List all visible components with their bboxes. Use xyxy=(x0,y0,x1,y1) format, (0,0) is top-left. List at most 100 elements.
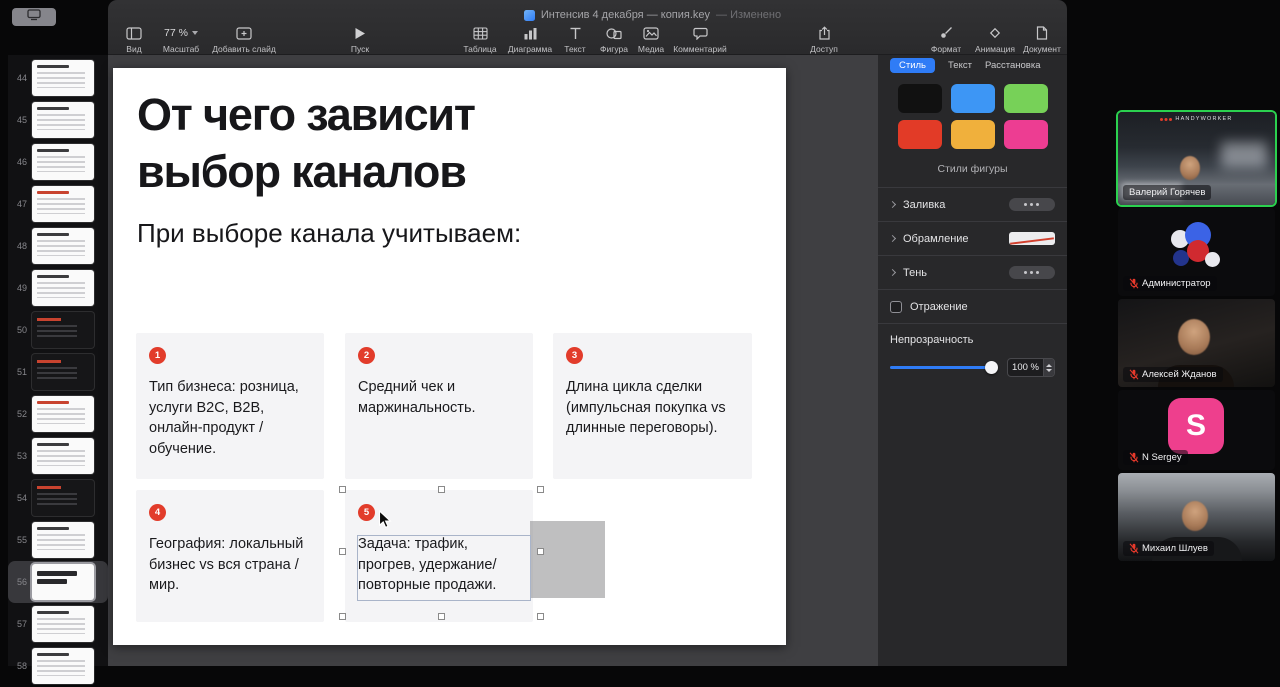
slide-thumbnail-row[interactable]: 46 xyxy=(8,141,108,183)
opacity-stepper[interactable] xyxy=(1043,359,1054,376)
slide-thumbnail[interactable] xyxy=(32,354,94,390)
slide-thumbnail-row[interactable]: 52 xyxy=(8,393,108,435)
border-row[interactable]: Обрамление xyxy=(878,221,1067,255)
slide-thumbnail-row[interactable]: 51 xyxy=(8,351,108,393)
view-button[interactable]: Вид xyxy=(112,26,156,54)
swatch-pink[interactable] xyxy=(1004,120,1048,149)
slide-thumbnail-row[interactable]: 49 xyxy=(8,267,108,309)
slide-thumbnail[interactable] xyxy=(32,522,94,558)
slide-thumbnail-row[interactable]: 58 xyxy=(8,645,108,687)
play-label: Пуск xyxy=(350,44,370,54)
slide-thumbnail-row-selected[interactable]: 56 xyxy=(8,561,108,603)
selection-handle-middle-left[interactable] xyxy=(339,548,346,555)
slide-card-4[interactable]: 4 География: локальный бизнес vs вся стр… xyxy=(136,490,324,622)
selection-handle-top-left[interactable] xyxy=(339,486,346,493)
animate-button[interactable]: Анимация xyxy=(968,26,1022,54)
document-button[interactable]: Документ xyxy=(1018,26,1066,54)
opacity-slider[interactable] xyxy=(890,361,998,374)
drag-ghost-shape xyxy=(530,521,605,598)
slide-thumbnail[interactable] xyxy=(32,480,94,516)
swatch-blue[interactable] xyxy=(951,84,995,113)
swatch-orange[interactable] xyxy=(951,120,995,149)
opacity-slider-knob[interactable] xyxy=(985,361,998,374)
zoom-control[interactable]: 77 % Масштаб xyxy=(152,26,210,54)
slide-thumbnail[interactable] xyxy=(32,564,94,600)
participant-name: N Sergey xyxy=(1123,450,1188,465)
format-button[interactable]: Формат xyxy=(921,26,971,54)
slide-thumbnail-row[interactable]: 47 xyxy=(8,183,108,225)
border-none-control[interactable] xyxy=(1009,232,1055,245)
opacity-value-field[interactable]: 100 % xyxy=(1007,358,1055,377)
table-label: Таблица xyxy=(463,44,497,54)
swatch-green[interactable] xyxy=(1004,84,1048,113)
participant-tile[interactable]: Алексей Жданов xyxy=(1118,299,1275,387)
slide-thumbnail[interactable] xyxy=(32,438,94,474)
tab-arrange[interactable]: Расстановка xyxy=(985,60,1041,71)
fill-label: Заливка xyxy=(903,198,946,211)
slide-card-3[interactable]: 3 Длина цикла сделки (импульсная покупка… xyxy=(553,333,752,479)
slide-number: 56 xyxy=(16,577,27,587)
slide-thumbnail-row[interactable]: 57 xyxy=(8,603,108,645)
slide-number: 57 xyxy=(16,619,27,629)
slide-number: 44 xyxy=(16,73,27,83)
muted-mic-icon xyxy=(1129,369,1139,380)
table-button[interactable]: Таблица xyxy=(456,26,504,54)
add-slide-button[interactable]: Добавить слайд xyxy=(208,26,280,54)
slide-title-textbox[interactable]: От чего зависит выбор каналов xyxy=(137,86,476,200)
slide-thumbnail[interactable] xyxy=(32,102,94,138)
slide-thumbnail-row[interactable]: 53 xyxy=(8,435,108,477)
selection-handle-top-middle[interactable] xyxy=(438,486,445,493)
reflection-checkbox[interactable] xyxy=(890,300,902,313)
tab-style[interactable]: Стиль xyxy=(890,58,936,73)
selection-handle-bottom-right[interactable] xyxy=(537,613,544,620)
slide-thumbnail[interactable] xyxy=(32,312,94,348)
floating-share-control[interactable] xyxy=(12,8,56,26)
fill-row[interactable]: Заливка xyxy=(878,187,1067,221)
card-number-badge: 4 xyxy=(149,504,166,521)
slide-number: 50 xyxy=(16,325,27,335)
slide-thumbnail-row[interactable]: 54 xyxy=(8,477,108,519)
slide-thumbnail-row[interactable]: 50 xyxy=(8,309,108,351)
fill-control[interactable] xyxy=(1009,198,1055,211)
slide-thumbnail[interactable] xyxy=(32,186,94,222)
slide-card-1[interactable]: 1 Тип бизнеса: розница, услуги B2C, B2B,… xyxy=(136,333,324,479)
selection-handle-bottom-left[interactable] xyxy=(339,613,346,620)
participant-tile[interactable]: Михаил Шлуев xyxy=(1118,473,1275,561)
play-button[interactable]: Пуск xyxy=(336,26,384,54)
swatch-black[interactable] xyxy=(898,84,942,113)
selection-handle-middle-right[interactable] xyxy=(537,548,544,555)
slide-thumbnail[interactable] xyxy=(32,270,94,306)
format-brush-icon xyxy=(939,26,953,40)
chart-button[interactable]: Диаграмма xyxy=(502,26,558,54)
slide-thumbnail[interactable] xyxy=(32,60,94,96)
comment-button[interactable]: Комментарий xyxy=(668,26,732,54)
share-icon xyxy=(818,26,831,40)
slide-card-2[interactable]: 2 Средний чек и маржинальность. xyxy=(345,333,533,479)
slide-thumbnail-row[interactable]: 45 xyxy=(8,99,108,141)
slide-subtitle-textbox[interactable]: При выборе канала учитываем: xyxy=(137,218,521,249)
slide-thumbnail[interactable] xyxy=(32,648,94,684)
media-button[interactable]: Медиа xyxy=(630,26,672,54)
shape-styles-label: Стили фигуры xyxy=(937,163,1008,175)
slide-thumbnail-row[interactable]: 44 xyxy=(8,57,108,99)
modified-badge: — Изменено xyxy=(716,9,782,21)
participant-tile-active-speaker[interactable]: HANDYWORKER Валерий Горячев xyxy=(1118,112,1275,205)
slide-thumbnail-row[interactable]: 55 xyxy=(8,519,108,561)
tab-text[interactable]: Текст xyxy=(948,60,972,71)
slide-thumbnail[interactable] xyxy=(32,396,94,432)
slide-thumbnail[interactable] xyxy=(32,606,94,642)
text-button[interactable]: Текст xyxy=(556,26,594,54)
shadow-row[interactable]: Тень xyxy=(878,255,1067,289)
selection-handle-top-right[interactable] xyxy=(537,486,544,493)
slide-thumbnail-row[interactable]: 48 xyxy=(8,225,108,267)
shadow-control[interactable] xyxy=(1009,266,1055,279)
share-button[interactable]: Доступ xyxy=(800,26,848,54)
reflection-row[interactable]: Отражение xyxy=(878,289,1067,323)
swatch-red[interactable] xyxy=(898,120,942,149)
slide-thumbnail[interactable] xyxy=(32,144,94,180)
participant-tile[interactable]: S N Sergey xyxy=(1118,390,1275,470)
selection-handle-bottom-middle[interactable] xyxy=(438,613,445,620)
watermark-text: HANDYWORKER xyxy=(1175,116,1233,122)
participant-tile[interactable]: Администратор xyxy=(1118,208,1275,296)
slide-thumbnail[interactable] xyxy=(32,228,94,264)
